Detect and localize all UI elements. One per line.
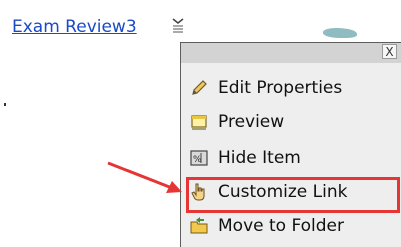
hide-icon: % [189,148,209,168]
exam-review-link[interactable]: Exam Review3 [12,17,137,37]
chevron-menu-icon [172,18,184,33]
menu-item-customize-link[interactable]: Customize Link [189,177,347,207]
menu-item-label: Customize Link [218,182,348,202]
item-menu-toggle-icon[interactable] [171,18,185,34]
menu-item-preview[interactable]: Preview [189,107,284,137]
pencil-icon [189,78,209,98]
menu-item-label: Edit Properties [218,78,343,98]
menu-item-label: Move to Folder [218,216,344,236]
hand-pointer-icon [189,182,209,202]
menu-item-label: Preview [218,112,285,132]
background-tab-fragment [323,28,357,38]
menu-item-hide-item[interactable]: % Hide Item [189,143,301,173]
menu-header: X [181,43,401,63]
stray-mark [4,103,6,106]
item-context-menu: X Edit Properties Preview % Hide Item Cu… [180,42,401,247]
menu-item-edit-properties[interactable]: Edit Properties [189,73,342,103]
item-link-row: Exam Review3 [12,16,137,38]
menu-item-label: Hide Item [218,148,301,168]
menu-item-move-to-folder[interactable]: Move to Folder [189,211,344,241]
window-icon [189,112,209,132]
close-menu-button[interactable]: X [382,44,397,59]
folder-move-icon [189,216,209,236]
close-icon: X [385,45,394,59]
